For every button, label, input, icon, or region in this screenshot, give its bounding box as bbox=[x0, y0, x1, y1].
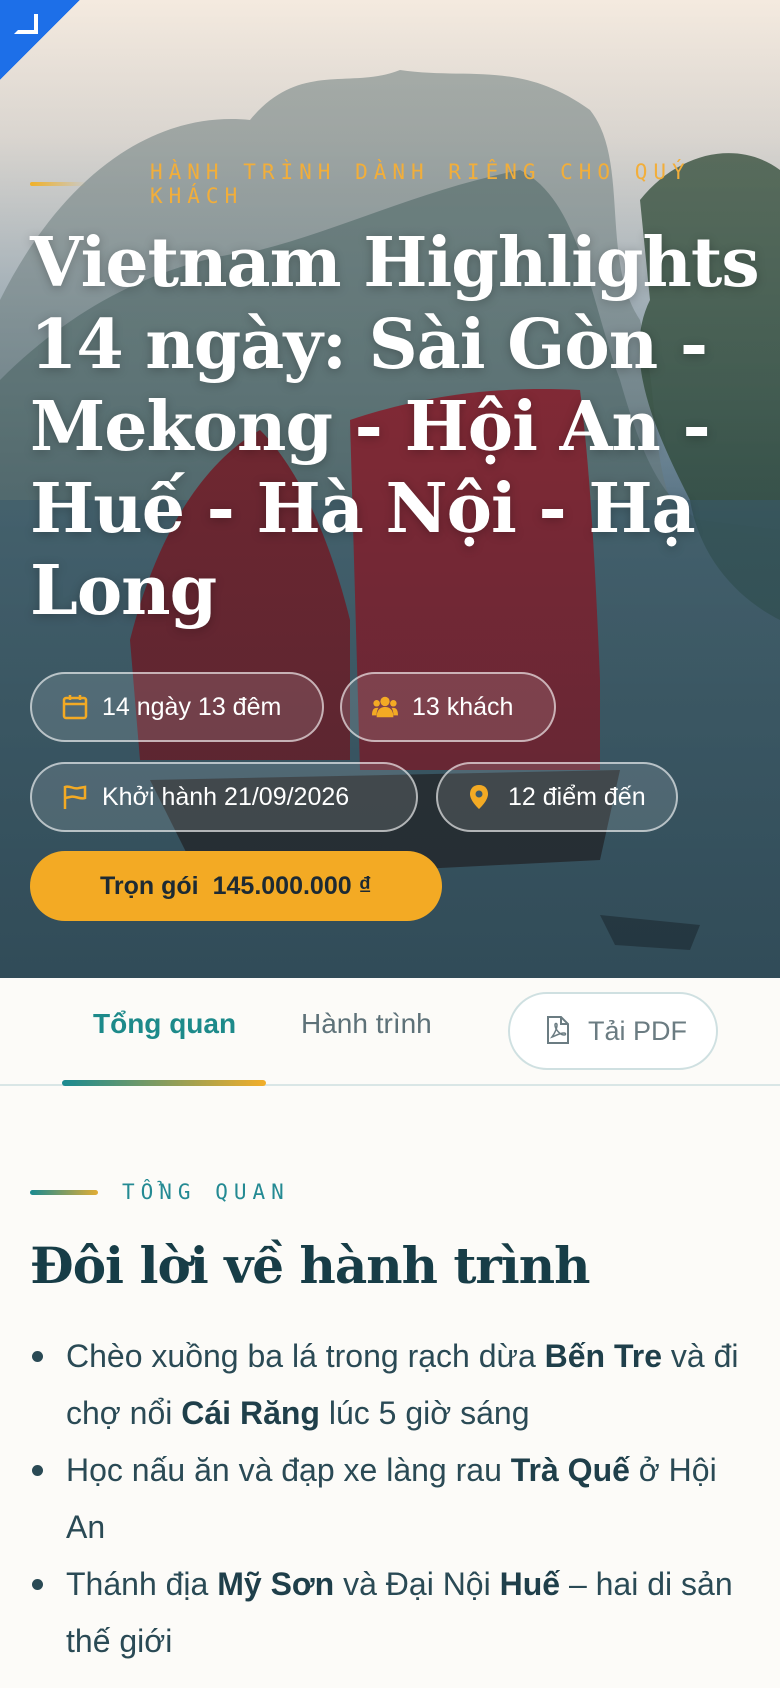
list-item-bold: Trà Quế bbox=[510, 1452, 630, 1488]
corner-bracket-icon bbox=[14, 14, 38, 34]
departure-pill: Khởi hành 21/09/2026 bbox=[30, 762, 418, 832]
section-eyebrow-text: TỔNG QUAN bbox=[122, 1180, 290, 1204]
list-item-text: lúc 5 giờ sáng bbox=[319, 1395, 530, 1431]
guests-pill: 13 khách bbox=[340, 672, 556, 742]
price-label: Trọn gói bbox=[100, 871, 199, 900]
guests-text: 13 khách bbox=[412, 692, 514, 721]
list-item-bold: Bến Tre bbox=[544, 1338, 662, 1374]
page-title: Vietnam Highlights 14 ngày: Sài Gòn - Me… bbox=[30, 223, 760, 631]
section-eyebrow: TỔNG QUAN bbox=[30, 1180, 290, 1204]
list-item-text: Thánh địa bbox=[66, 1566, 218, 1602]
list-item-bold: Cái Răng bbox=[181, 1395, 320, 1431]
hero-eyebrow: HÀNH TRÌNH DÀNH RIÊNG CHO QUÝ KHÁCH bbox=[30, 160, 780, 208]
price-badge: Trọn gói 145.000.000 ₫ bbox=[30, 851, 442, 921]
eyebrow-text: HÀNH TRÌNH DÀNH RIÊNG CHO QUÝ KHÁCH bbox=[150, 160, 691, 208]
flag-icon bbox=[62, 784, 88, 810]
list-item-text: Chèo xuồng ba lá trong rạch dừa bbox=[66, 1338, 545, 1374]
list-item-text: Học nấu ăn và đạp xe làng rau bbox=[66, 1452, 511, 1488]
pdf-button-label: Tải PDF bbox=[588, 1015, 688, 1046]
download-pdf-button[interactable]: Tải PDF bbox=[508, 992, 718, 1070]
price-amount: 145.000.000 ₫ bbox=[212, 871, 372, 900]
list-item-text: và Đại Nội bbox=[334, 1566, 500, 1602]
users-icon bbox=[372, 694, 398, 720]
tab-overview[interactable]: Tổng quan bbox=[93, 1008, 236, 1040]
list-item: Học nấu ăn và đạp xe làng rau Trà Quế ở … bbox=[30, 1442, 760, 1556]
map-pin-icon bbox=[468, 784, 494, 810]
pdf-file-icon bbox=[546, 1016, 572, 1046]
highlights-list: Chèo xuồng ba lá trong rạch dừa Bến Tre … bbox=[30, 1328, 760, 1670]
section-title: Đôi lời về hành trình bbox=[30, 1236, 590, 1295]
destinations-pill: 12 điểm đến bbox=[436, 762, 678, 832]
corner-badge[interactable] bbox=[0, 0, 80, 80]
list-item: Chèo xuồng ba lá trong rạch dừa Bến Tre … bbox=[30, 1328, 760, 1442]
active-tab-indicator bbox=[62, 1080, 266, 1086]
hero-banner: HÀNH TRÌNH DÀNH RIÊNG CHO QUÝ KHÁCH Viet… bbox=[0, 0, 780, 978]
section-eyebrow-line bbox=[30, 1189, 98, 1195]
calendar-icon bbox=[62, 694, 88, 720]
list-item-bold: Mỹ Sơn bbox=[217, 1566, 335, 1602]
destinations-text: 12 điểm đến bbox=[508, 782, 646, 811]
duration-pill: 14 ngày 13 đêm bbox=[30, 672, 324, 742]
list-item-bold: Huế bbox=[499, 1566, 561, 1602]
departure-text: Khởi hành 21/09/2026 bbox=[102, 782, 350, 811]
tab-itinerary[interactable]: Hành trình bbox=[301, 1008, 432, 1040]
tab-bar: Tổng quan Hành trình Tải PDF bbox=[0, 978, 780, 1086]
list-item: Thánh địa Mỹ Sơn và Đại Nội Huế – hai di… bbox=[30, 1556, 760, 1670]
duration-text: 14 ngày 13 đêm bbox=[102, 692, 282, 721]
eyebrow-line bbox=[30, 182, 86, 186]
